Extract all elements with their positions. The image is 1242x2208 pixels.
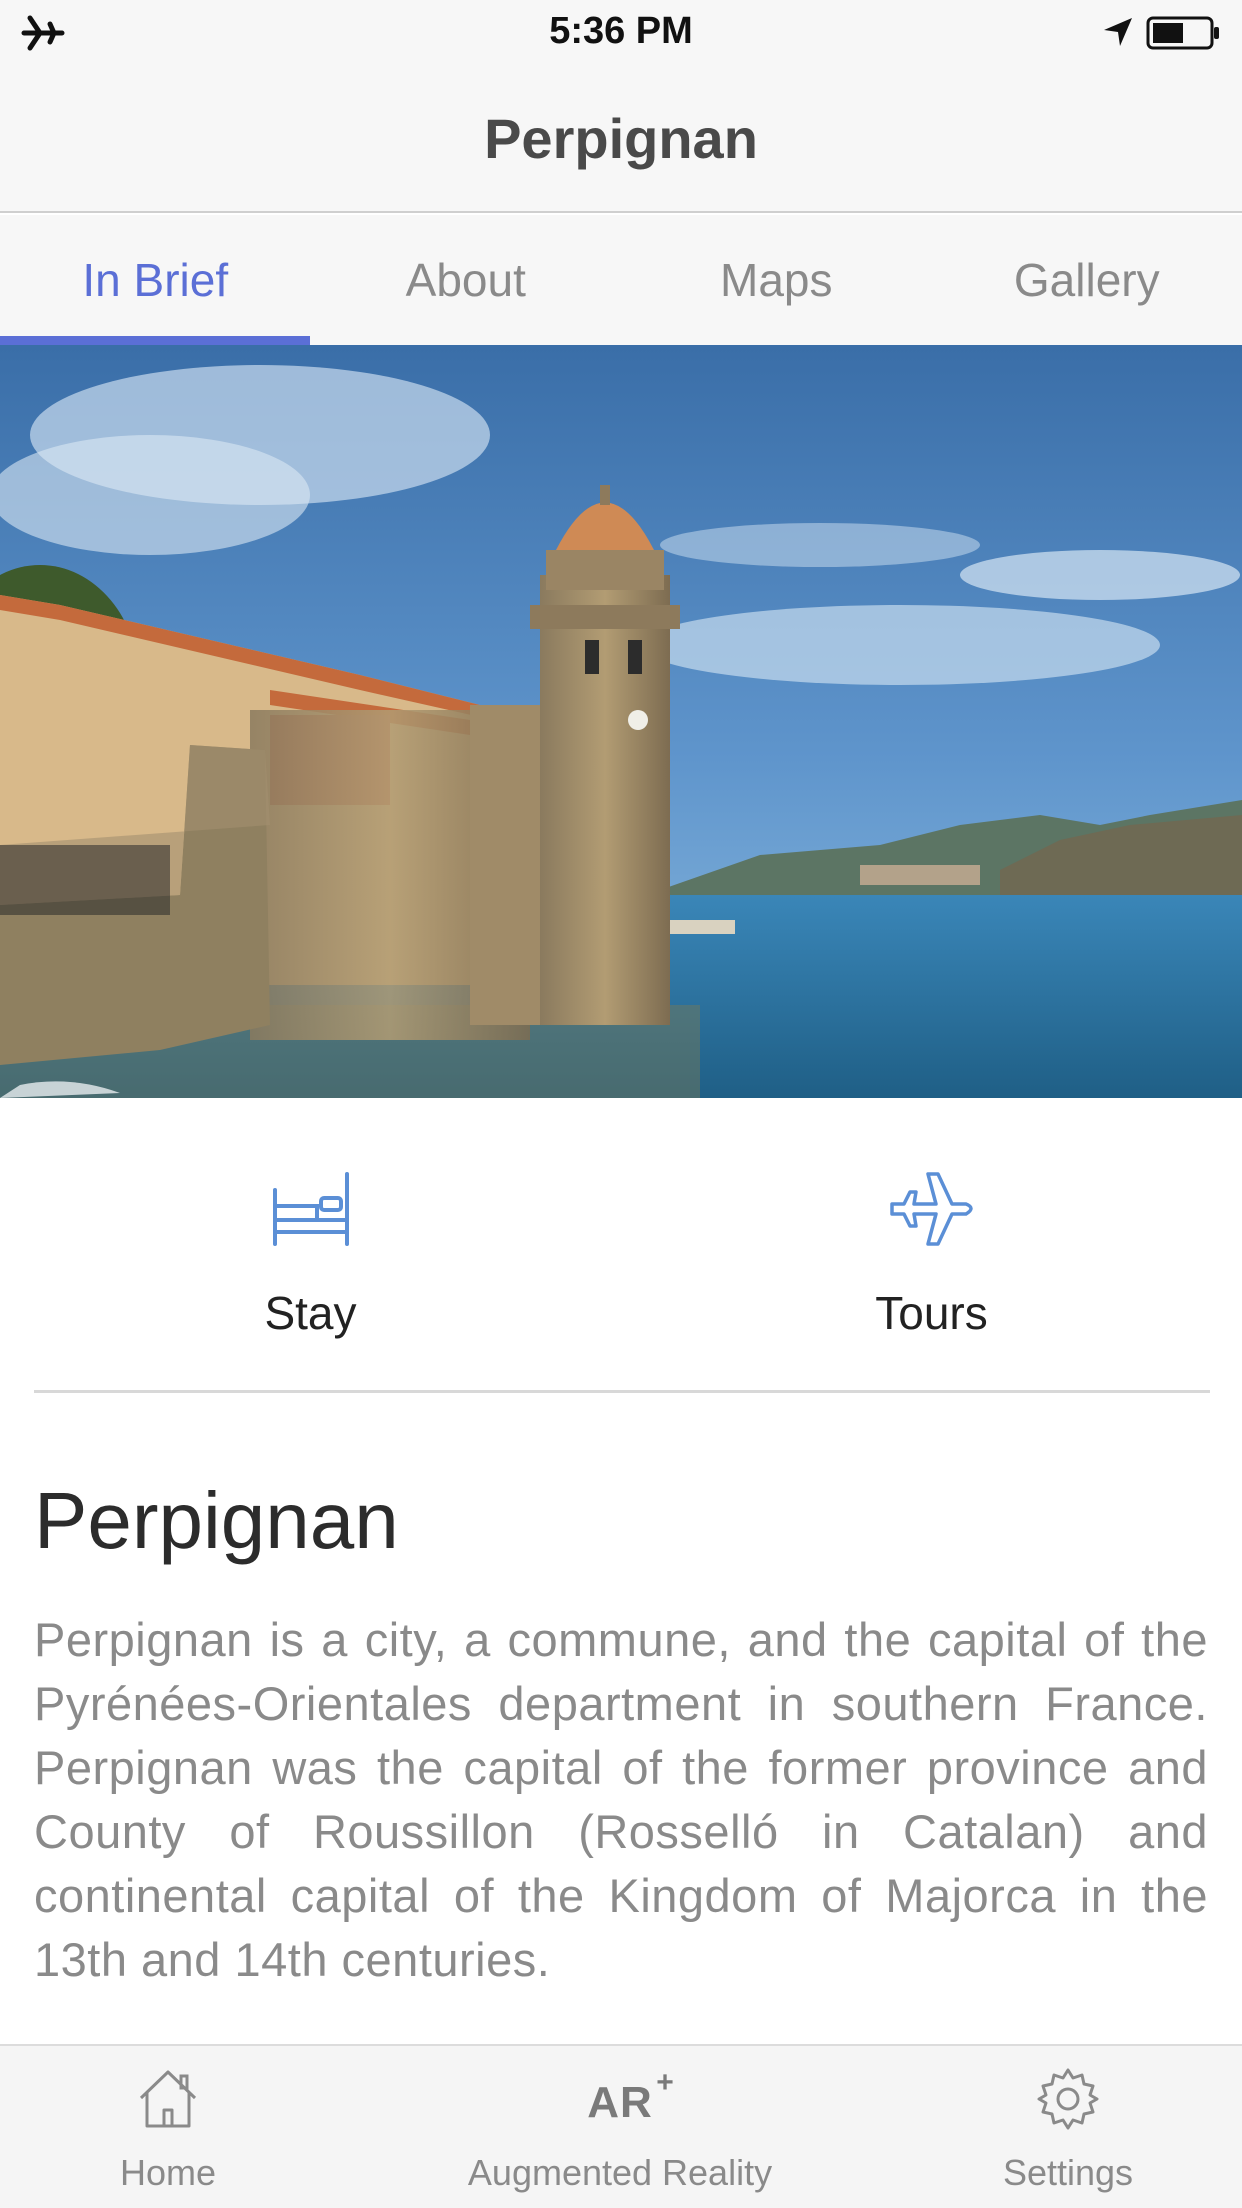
tab-home[interactable]: Home bbox=[0, 2046, 336, 2208]
stay-button[interactable]: Stay bbox=[0, 1098, 621, 1393]
quick-actions: Stay Tours bbox=[0, 1098, 1242, 1393]
navigation-bar: Perpignan bbox=[0, 66, 1242, 213]
tab-home-label: Home bbox=[119, 2152, 217, 2193]
status-time: 5:36 PM bbox=[549, 10, 693, 52]
tab-gallery[interactable]: Gallery bbox=[932, 215, 1242, 345]
status-bar: 5:36 PM bbox=[0, 0, 1242, 66]
section-divider bbox=[34, 1390, 1210, 1393]
hero-image bbox=[0, 345, 1242, 1098]
stay-label: Stay bbox=[264, 1287, 357, 1339]
tab-about[interactable]: About bbox=[311, 215, 622, 345]
ar-icon-plus: + bbox=[656, 2066, 675, 2099]
bed-icon bbox=[0, 1160, 621, 1256]
location-arrow-icon bbox=[1104, 18, 1132, 46]
tab-augmented-reality-label: Augmented Reality bbox=[467, 2152, 773, 2193]
tab-bar-top: In Brief About Maps Gallery bbox=[0, 215, 1242, 345]
tours-button[interactable]: Tours bbox=[621, 1098, 1242, 1393]
ar-icon-text: AR bbox=[587, 2078, 653, 2127]
home-icon bbox=[0, 2064, 336, 2140]
gear-icon bbox=[900, 2064, 1236, 2140]
tab-settings-label: Settings bbox=[1002, 2152, 1134, 2193]
battery-icon bbox=[1146, 16, 1219, 50]
tab-augmented-reality[interactable]: AR + Augmented Reality bbox=[420, 2046, 820, 2208]
tab-in-brief[interactable]: In Brief bbox=[0, 215, 311, 345]
tab-settings[interactable]: Settings bbox=[900, 2046, 1236, 2208]
airplane-icon bbox=[621, 1160, 1242, 1256]
bottom-tab-bar: Home AR + Augmented Reality Settings bbox=[0, 2044, 1242, 2208]
tours-label: Tours bbox=[875, 1287, 988, 1339]
content-title: Perpignan bbox=[34, 1476, 399, 1565]
ar-icon: AR + bbox=[420, 2064, 820, 2140]
content-body: Perpignan is a city, a commune, and the … bbox=[34, 1613, 1208, 1986]
page-title: Perpignan bbox=[484, 107, 758, 170]
tab-maps[interactable]: Maps bbox=[621, 215, 932, 345]
